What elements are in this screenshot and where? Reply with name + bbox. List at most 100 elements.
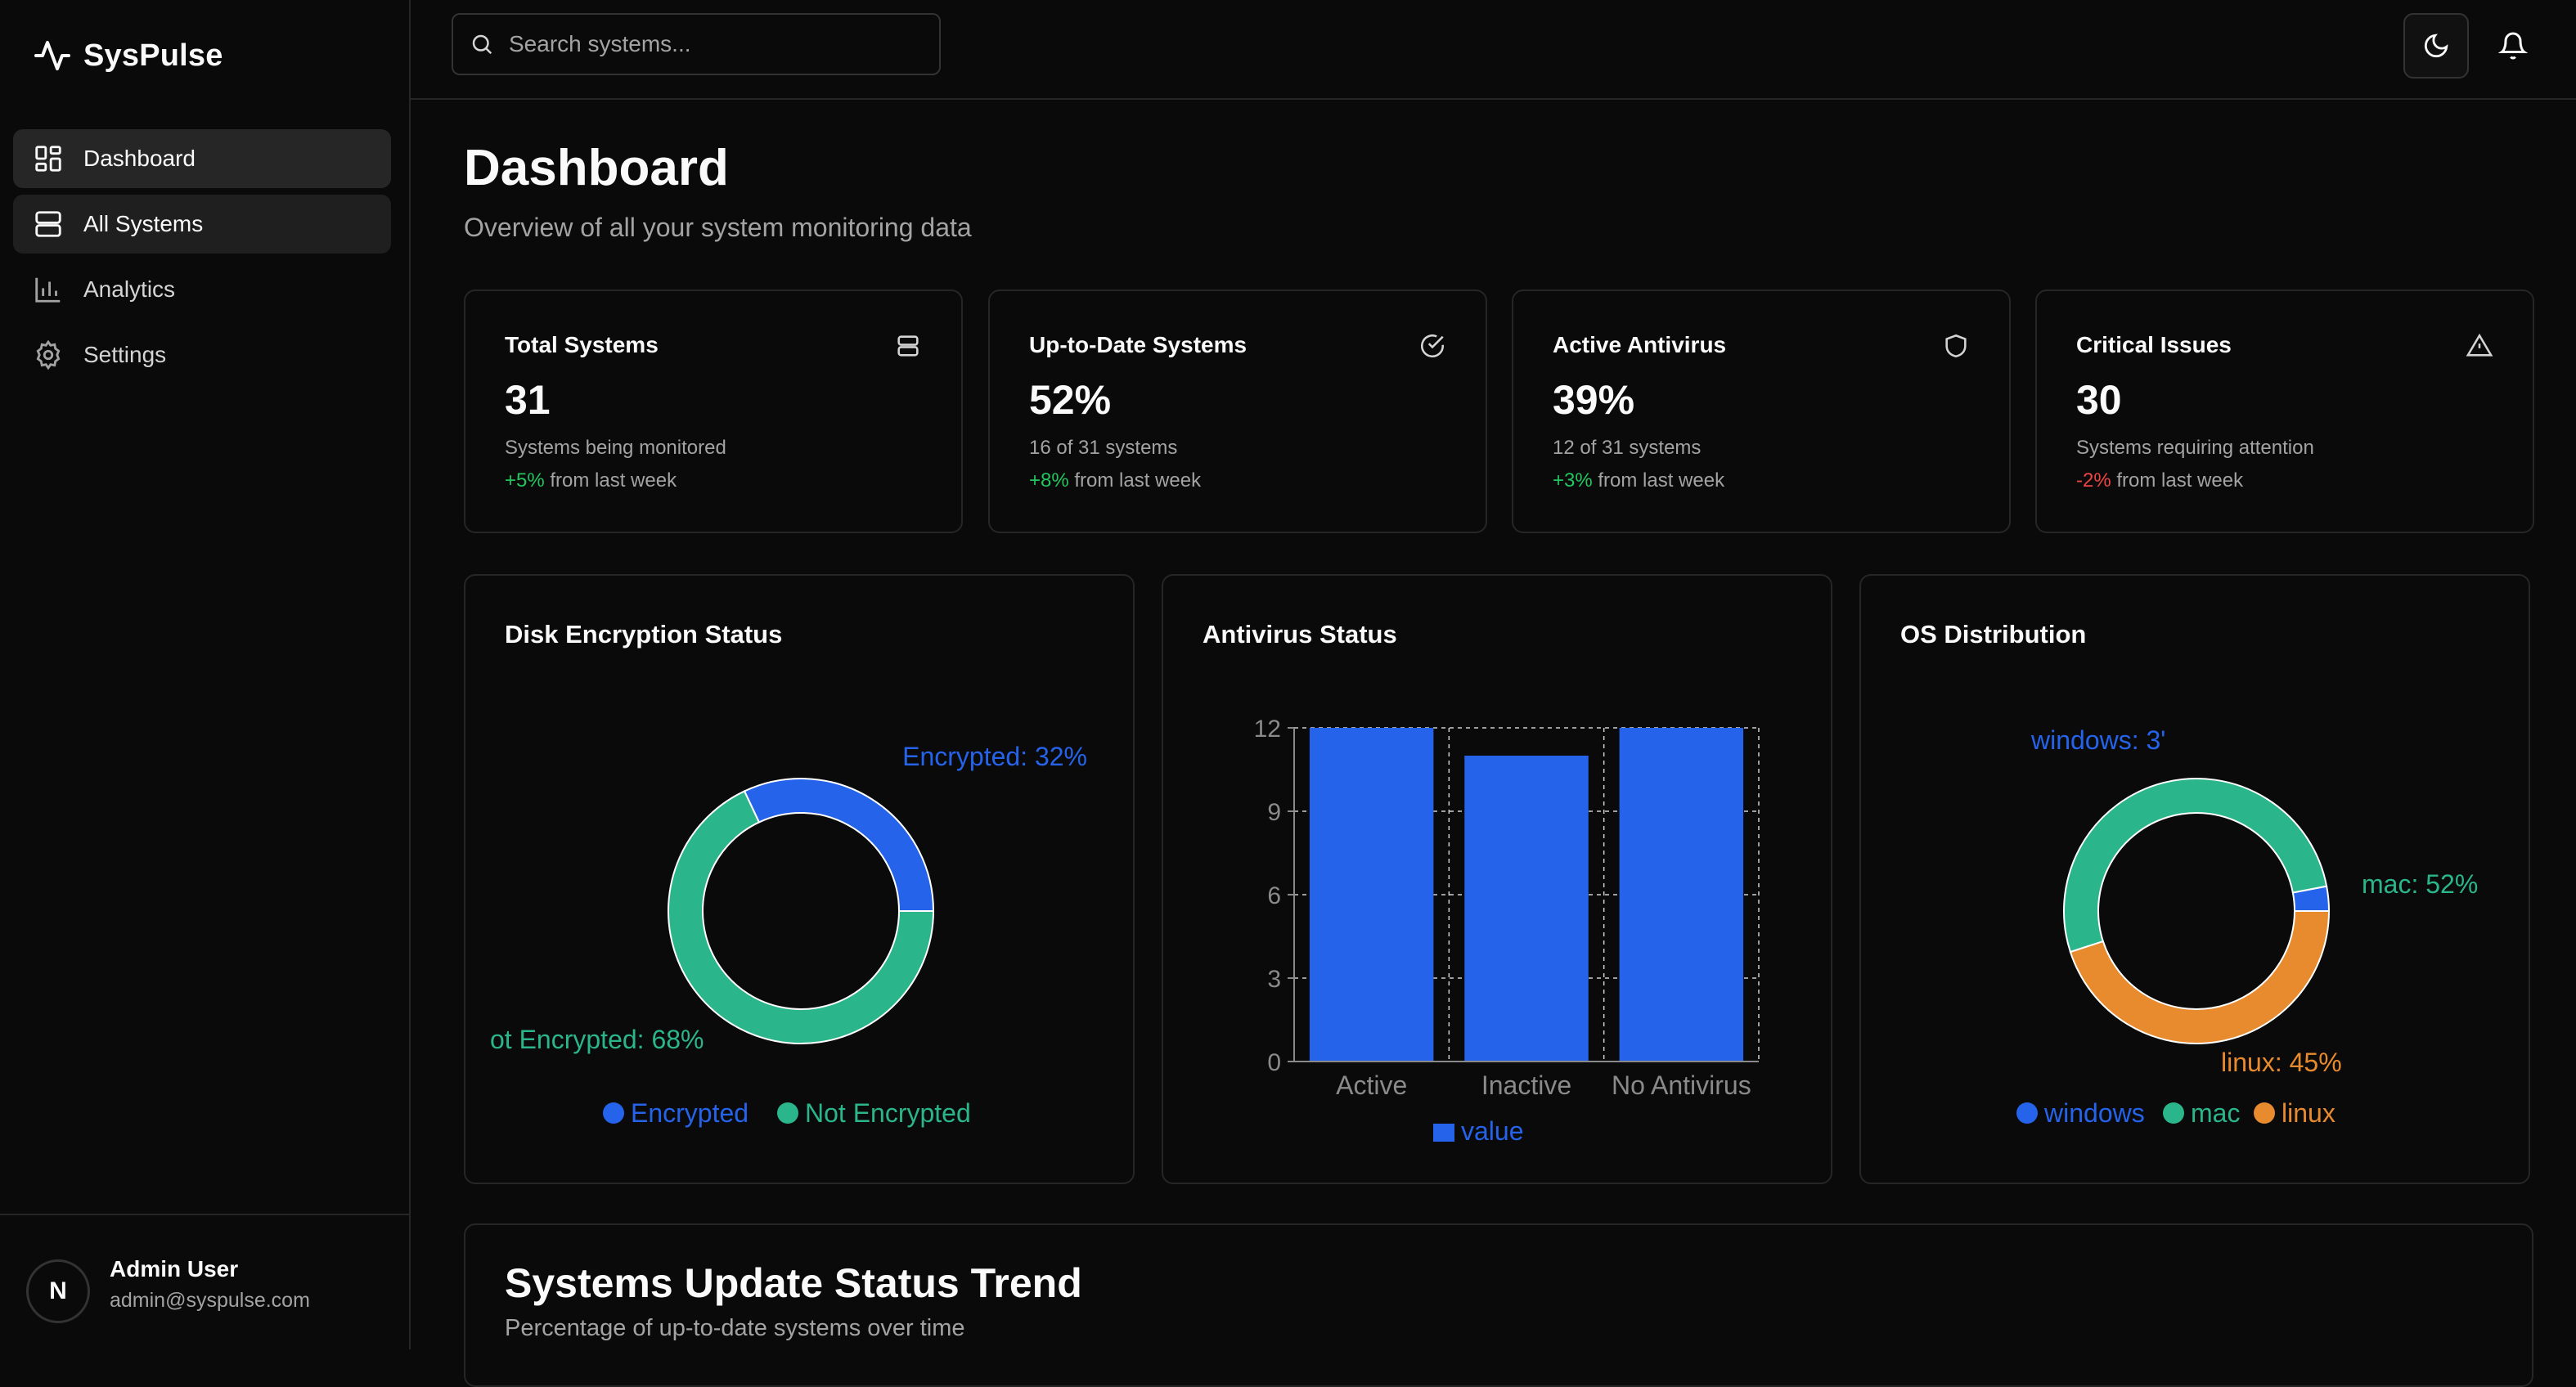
stat-trend: +8% from last week (1029, 469, 1201, 492)
avatar: N (26, 1259, 90, 1323)
x-tick-label: No Antivirus (1612, 1071, 1751, 1100)
page-title: Dashboard (464, 140, 729, 196)
trend-value: +5% (505, 469, 545, 492)
server-icon (897, 335, 919, 357)
x-tick-label: Inactive (1481, 1071, 1571, 1100)
pie-slice-mac (2063, 778, 2328, 954)
bar-no-antivirus (1619, 728, 1744, 1062)
os-distribution-card: windows: 3' mac: 52% linux: 45% windows mac l… (1859, 574, 2530, 1184)
stat-card-critical-issues: Critical Issues 30 Systems requiring att… (2035, 290, 2534, 533)
trend-title: Systems Update Status Trend (505, 1260, 1082, 1306)
sidebar-item-label: All Systems (83, 211, 204, 236)
stat-value: 39% (1553, 377, 1635, 423)
topbar (411, 0, 2576, 100)
legend-label: Encrypted (631, 1098, 749, 1128)
bar-active (1309, 728, 1434, 1062)
os-distribution-chart: windows: 3' mac: 52% linux: 45% windows mac l… (2016, 725, 2478, 1128)
stat-value: 52% (1029, 377, 1112, 423)
server-icon (35, 211, 61, 237)
sidebar-item-analytics[interactable]: Analytics (13, 260, 391, 319)
legend-label: value (1461, 1116, 1524, 1146)
legend-marker (1433, 1124, 1454, 1142)
disk-encryption-card: Encrypted: 32% ot Encrypted: 68% Encrypted… (464, 574, 1135, 1184)
stat-title: Critical Issues (2076, 332, 2232, 357)
sidebar-item-label: Analytics (83, 276, 176, 302)
stat-title: Total Systems (505, 332, 659, 357)
legend-marker (2163, 1102, 2184, 1124)
search-box[interactable] (452, 13, 941, 75)
antivirus-status-chart: 0 3 6 9 12 Active Inactive No Antivirus value (1254, 716, 1760, 1146)
user-email: admin@syspulse.com (110, 1289, 310, 1312)
legend-label: Not Encrypted (805, 1098, 971, 1128)
stat-card-active-antivirus: Active Antivirus 39% 12 of 31 systems +3… (1512, 290, 2011, 533)
slice-label: ot Encrypted: 68% (490, 1025, 704, 1054)
legend-label: windows (2043, 1098, 2145, 1128)
chart-title: Antivirus Status (1203, 620, 1397, 649)
moon-icon (2424, 34, 2448, 58)
bar-inactive (1464, 756, 1589, 1062)
y-tick-label: 9 (1267, 799, 1281, 826)
chart-title: Disk Encryption Status (505, 620, 783, 649)
trend-value: +3% (1553, 469, 1593, 492)
trend-suffix: from last week (1074, 469, 1202, 492)
pie-slice-linux (2069, 910, 2331, 1044)
user-name: Admin User (110, 1256, 239, 1282)
stat-value: 30 (2076, 377, 2122, 423)
update-trend-card: Systems Update Status Trend Percentage o… (464, 1223, 2533, 1387)
legend-label: linux (2282, 1098, 2335, 1128)
stat-description: Systems requiring attention (2076, 437, 2314, 459)
legend-label: mac (2191, 1098, 2240, 1128)
trend-suffix: from last week (2116, 469, 2244, 492)
stat-trend: +5% from last week (505, 469, 677, 492)
sidebar-nav: Dashboard All Systems Analytics Settings (13, 129, 391, 391)
legend-marker (603, 1102, 624, 1124)
gear-icon (36, 339, 61, 370)
slice-label: linux: 45% (2221, 1048, 2342, 1077)
theme-toggle-button[interactable] (2403, 13, 2469, 79)
stat-title: Active Antivirus (1553, 332, 1727, 357)
notifications-button[interactable] (2480, 13, 2546, 79)
user-profile[interactable]: N Admin User admin@syspulse.com (0, 1214, 409, 1349)
stat-description: 12 of 31 systems (1553, 437, 1702, 459)
check-circle-icon (1420, 334, 1445, 358)
stat-trend: +3% from last week (1553, 469, 1724, 492)
pie-slice-encrypted (743, 778, 935, 912)
brand[interactable]: SysPulse (33, 36, 223, 75)
sidebar: SysPulse Dashboard All Systems Analytics… (0, 0, 411, 1349)
bell-icon (2498, 32, 2528, 60)
y-tick-label: 3 (1267, 966, 1281, 993)
sidebar-item-settings[interactable]: Settings (13, 325, 391, 384)
sidebar-item-label: Dashboard (83, 146, 196, 171)
trend-suffix: from last week (550, 469, 677, 492)
y-tick-label: 12 (1254, 716, 1281, 743)
page-subtitle: Overview of all your system monitoring d… (464, 213, 972, 242)
sidebar-item-all-systems[interactable]: All Systems (13, 195, 391, 254)
search-input[interactable] (507, 30, 919, 58)
slice-label: mac: 52% (2362, 869, 2478, 899)
antivirus-status-card: 0 3 6 9 12 Active Inactive No Antivirus value An… (1162, 574, 1832, 1184)
trend-suffix: from last week (1598, 469, 1725, 492)
app-name: SysPulse (83, 38, 223, 73)
slice-label: Encrypted: 32% (902, 742, 1087, 771)
stat-description: 16 of 31 systems (1029, 437, 1178, 459)
trend-value: +8% (1029, 469, 1069, 492)
warning-icon (2466, 333, 2493, 357)
slice-label: windows: 3' (2030, 725, 2165, 755)
trend-subtitle: Percentage of up-to-date systems over ti… (505, 1315, 965, 1341)
dashboard-icon (35, 146, 61, 172)
stat-value: 31 (505, 377, 551, 423)
bar-chart-icon (35, 277, 61, 303)
trend-value: -2% (2076, 469, 2111, 492)
disk-encryption-chart: Encrypted: 32% ot Encrypted: 68% Encrypted… (490, 742, 1087, 1128)
y-tick-label: 0 (1267, 1049, 1281, 1076)
legend-marker (777, 1102, 798, 1124)
sidebar-item-dashboard[interactable]: Dashboard (13, 129, 391, 188)
stat-description: Systems being monitored (505, 437, 726, 459)
search-icon (472, 34, 492, 55)
x-tick-label: Active (1336, 1071, 1407, 1100)
stat-trend: -2% from last week (2076, 469, 2243, 492)
y-tick-label: 6 (1267, 882, 1281, 909)
pulse-icon (34, 41, 70, 70)
shield-icon (1945, 334, 1967, 358)
stat-card-up-to-date: Up-to-Date Systems 52% 16 of 31 systems … (988, 290, 1487, 533)
